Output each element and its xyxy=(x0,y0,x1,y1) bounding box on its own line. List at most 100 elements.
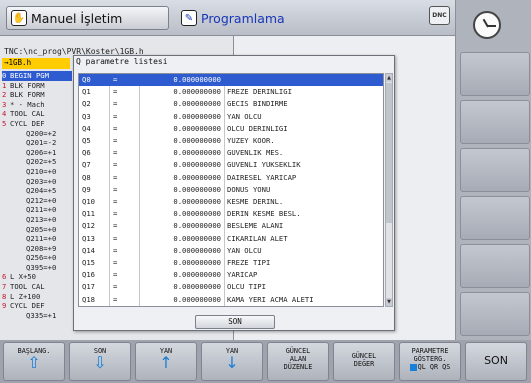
param-value: 0.000000000 xyxy=(173,136,221,145)
program-line[interactable]: 3 * - Mach xyxy=(2,100,72,110)
program-line[interactable]: 0 BEGIN PGM xyxy=(2,71,72,81)
equals-sign: = xyxy=(113,258,118,267)
program-line[interactable]: Q208=+9 xyxy=(2,244,72,254)
softkey-edit-current-field[interactable]: GÜNCEL ALAN DÜZENLE xyxy=(267,342,329,381)
vertical-softkey-3[interactable] xyxy=(460,148,530,192)
program-line[interactable]: Q204=+5 xyxy=(2,186,72,196)
q-parameter-row[interactable]: Q7 = 0.000000000 GUVENLI YUKSEKLIK xyxy=(79,159,383,171)
program-line[interactable]: Q203=+0 xyxy=(2,177,72,187)
dnc-button[interactable]: DNC xyxy=(429,6,450,25)
program-line[interactable]: Q210=+0 xyxy=(2,167,72,177)
scroll-down-icon[interactable]: ▼ xyxy=(386,298,392,306)
line-text: Q335=+1 xyxy=(26,310,57,320)
q-parameter-row[interactable]: Q9 = 0.000000000 DONUS YONU xyxy=(79,184,383,196)
scroll-thumb[interactable] xyxy=(386,83,392,223)
program-edit-icon: ✎ xyxy=(181,10,197,26)
program-line[interactable]: Q212=+0 xyxy=(2,196,72,206)
param-value: 0.000000000 xyxy=(173,197,221,206)
q-parameter-row[interactable]: Q18 = 0.000000000 KAMA YERI ACMA ALETI xyxy=(79,294,383,306)
q-parameter-row[interactable]: Q17 = 0.000000000 OLCU TIPI xyxy=(79,281,383,293)
program-line[interactable]: Q335=+1 xyxy=(2,311,72,321)
line-text: Q210=+0 xyxy=(26,166,57,176)
param-comment: KESME DERINL. xyxy=(227,197,284,206)
softkey-end[interactable]: SON ⇩ xyxy=(69,342,131,381)
q-parameter-row[interactable]: Q5 = 0.000000000 YUZEY KOOR. xyxy=(79,135,383,147)
program-line[interactable]: Q205=+0 xyxy=(2,225,72,235)
tab-programming[interactable]: ✎ Programlama xyxy=(177,6,377,30)
line-text: Q205=+0 xyxy=(26,224,57,234)
program-line[interactable]: Q213=+0 xyxy=(2,215,72,225)
param-comment: GUVENLIK MES. xyxy=(227,148,284,158)
softkey-begin[interactable]: BAŞLANG. ⇧ xyxy=(3,342,65,381)
program-line[interactable]: 1 BLK FORM xyxy=(2,81,72,91)
q-parameter-row[interactable]: Q10 = 0.000000000 KESME DERINL. xyxy=(79,196,383,208)
q-parameter-row[interactable]: Q12 = 0.000000000 BESLEME ALANI xyxy=(79,220,383,232)
q-parameter-row[interactable]: Q4 = 0.000000000 OLCU DERINLIGI xyxy=(79,123,383,135)
q-parameter-row[interactable]: Q14 = 0.000000000 YAN OLCU xyxy=(79,245,383,257)
softkey-show-parameters[interactable]: PARAMETRE GÖSTERG. QL QR QS xyxy=(399,342,461,381)
vertical-softkey-5[interactable] xyxy=(460,244,530,288)
program-line[interactable]: 8L Z+100 xyxy=(2,292,72,302)
q-parameter-row[interactable]: Q11 = 0.000000000 DERIN KESME BESL. xyxy=(79,208,383,220)
vertical-softkey-6[interactable] xyxy=(460,292,530,336)
param-name: Q16 xyxy=(82,270,95,280)
program-line[interactable]: Q211=+0 xyxy=(2,234,72,244)
program-line[interactable]: Q395=+0 xyxy=(2,263,72,273)
line-number: 0 xyxy=(2,71,7,80)
vertical-softkey-2[interactable] xyxy=(460,100,530,144)
line-text: Q200=+2 xyxy=(26,128,57,138)
file-tab[interactable]: →1GB.h xyxy=(2,58,70,69)
param-name: Q15 xyxy=(82,258,95,267)
softkey-end-main[interactable]: SON xyxy=(465,342,527,381)
param-comment: FREZE DERINLIGI xyxy=(227,87,292,97)
equals-sign: = xyxy=(113,197,118,206)
line-number: 9 xyxy=(2,301,7,311)
q-parameter-row[interactable]: Q0 = 0.000000000 xyxy=(79,74,383,86)
program-line[interactable]: 9 CYCL DEF xyxy=(2,301,72,311)
scrollbar[interactable]: ▲ ▼ xyxy=(385,73,393,307)
param-value: 0.000000000 xyxy=(173,282,221,292)
line-text: Q204=+5 xyxy=(26,186,57,196)
program-line[interactable]: Q206=+1 xyxy=(2,148,72,158)
vertical-softkey-4[interactable] xyxy=(460,196,530,240)
q-parameter-table[interactable]: Q0 = 0.000000000 Q1 = 0.000000000 FREZE DERINL… xyxy=(78,73,384,307)
scroll-up-icon[interactable]: ▲ xyxy=(386,74,392,82)
q-parameter-row[interactable]: Q8 = 0.000000000 DAIRESEL YARICAP xyxy=(79,172,383,184)
program-line[interactable]: Q202=+5 xyxy=(2,157,72,167)
program-line[interactable]: Q256=+0 xyxy=(2,253,72,263)
program-line[interactable]: Q200=+2 xyxy=(2,129,72,139)
dialog-end-button[interactable]: SON xyxy=(195,315,275,329)
line-text: BLK FORM xyxy=(10,80,45,90)
q-parameter-row[interactable]: Q1 = 0.000000000 FREZE DERINLIGI xyxy=(79,86,383,98)
tab-manual-operation[interactable]: ✋ Manuel İşletim xyxy=(6,6,169,30)
q-parameter-row[interactable]: Q13 = 0.000000000 CIKARILAN ALET xyxy=(79,233,383,245)
q-parameter-row[interactable]: Q15 = 0.000000000 FREZE TIPI xyxy=(79,257,383,269)
q-parameter-row[interactable]: Q3 = 0.000000000 YAN OLCU xyxy=(79,111,383,123)
param-value: 0.000000000 xyxy=(173,270,221,280)
param-comment: GECIS BINDIRME xyxy=(227,99,288,109)
program-line[interactable]: Q211=+0 xyxy=(2,205,72,215)
program-line[interactable]: 6L X+50 xyxy=(2,272,72,282)
line-text: L X+50 xyxy=(10,272,36,282)
param-name: Q5 xyxy=(82,136,91,145)
line-text: Q208=+9 xyxy=(26,243,57,253)
param-comment: CIKARILAN ALET xyxy=(227,233,288,243)
program-line[interactable]: 2 BLK FORM xyxy=(2,90,72,100)
program-line[interactable]: 5 CYCL DEF xyxy=(2,119,72,129)
softkey-page-up[interactable]: YAN ↑ xyxy=(135,342,197,381)
q-parameter-row[interactable]: Q16 = 0.000000000 YARICAP xyxy=(79,269,383,281)
line-number: 2 xyxy=(2,90,7,100)
q-parameter-row[interactable]: Q6 = 0.000000000 GUVENLIK MES. xyxy=(79,147,383,159)
program-line[interactable]: 4 TOOL CAL xyxy=(2,109,72,119)
softkey-value-line2: DEĞER xyxy=(353,360,375,368)
vertical-softkey-1[interactable] xyxy=(460,52,530,96)
program-line[interactable]: 7 TOOL CAL xyxy=(2,282,72,292)
param-value: 0.000000000 xyxy=(173,233,221,243)
program-line[interactable]: Q201=-2 xyxy=(2,138,72,148)
line-text: CYCL DEF xyxy=(10,118,45,128)
equals-sign: = xyxy=(113,111,118,121)
line-text: TOOL CAL xyxy=(10,282,45,292)
softkey-current-value[interactable]: GÜNCEL DEĞER xyxy=(333,342,395,381)
softkey-page-down[interactable]: YAN ↓ xyxy=(201,342,263,381)
q-parameter-row[interactable]: Q2 = 0.000000000 GECIS BINDIRME xyxy=(79,98,383,110)
